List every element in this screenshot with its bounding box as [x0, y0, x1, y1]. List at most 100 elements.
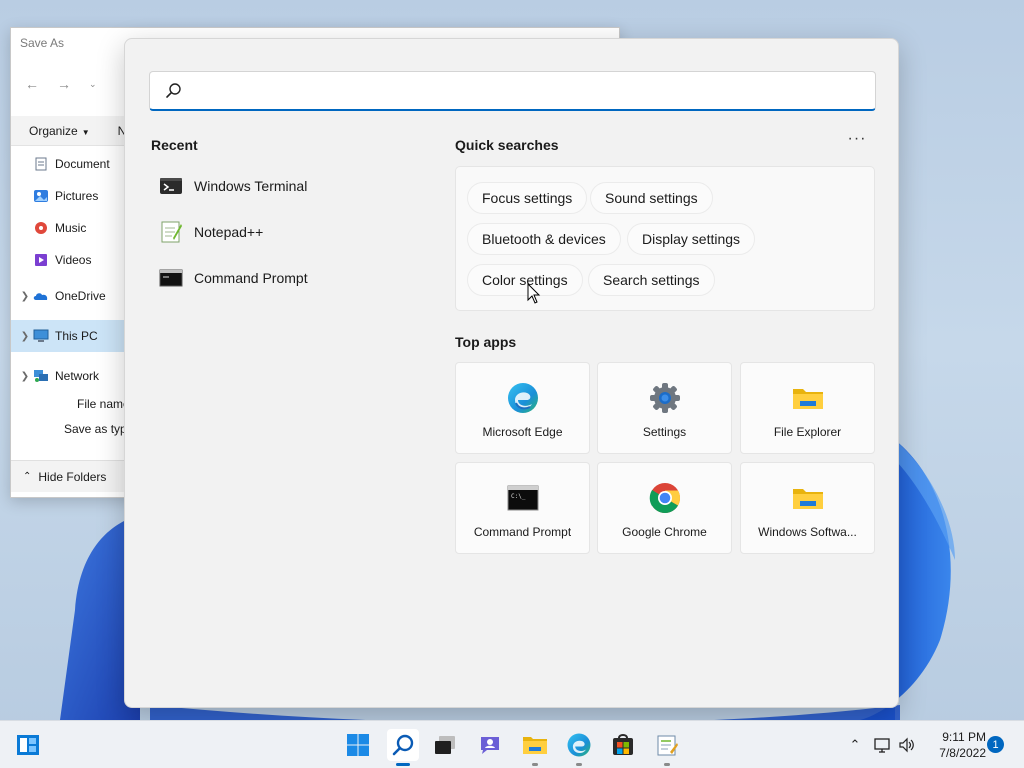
running-indicator	[664, 763, 670, 766]
top-app-label: Microsoft Edge	[482, 425, 563, 439]
network-tray-button[interactable]	[873, 735, 893, 755]
volume-tray-button[interactable]	[897, 735, 917, 755]
quick-search-sound-settings[interactable]: Sound settings	[590, 182, 713, 214]
mouse-cursor-icon	[527, 283, 541, 304]
recent-locations-chevron-icon[interactable]: ⌄	[89, 79, 97, 90]
tree-item-onedrive[interactable]: ❯ OneDrive	[11, 280, 125, 312]
save-as-title: Save As	[20, 36, 65, 50]
quick-searches-title: Quick searches	[455, 137, 559, 153]
chevron-up-icon: ⌃	[849, 737, 861, 752]
notepad-taskbar-button[interactable]	[651, 729, 683, 766]
top-app-label: Command Prompt	[473, 525, 572, 539]
svg-text:C:\_: C:\_	[511, 493, 526, 500]
hide-folders-label: Hide Folders	[38, 469, 107, 484]
notification-badge[interactable]: 1	[987, 736, 1004, 753]
start-button[interactable]	[342, 729, 374, 761]
file-name-label: File name	[77, 397, 130, 411]
top-app-label: Google Chrome	[622, 525, 707, 539]
edge-taskbar-button[interactable]	[563, 729, 595, 766]
recent-item-windows-terminal[interactable]: Windows Terminal	[151, 163, 421, 209]
network-icon	[874, 738, 890, 753]
top-app-microsoft-edge[interactable]: Microsoft Edge	[455, 362, 590, 454]
documents-icon	[33, 157, 49, 171]
search-input[interactable]	[194, 78, 854, 104]
recent-item-command-prompt[interactable]: Command Prompt	[151, 255, 421, 301]
tree-item-label: Network	[55, 369, 100, 383]
chevron-right-icon[interactable]: ❯	[17, 291, 33, 302]
settings-gear-icon	[649, 383, 680, 413]
quick-search-bluetooth-devices[interactable]: Bluetooth & devices	[467, 223, 621, 255]
widgets-icon	[17, 735, 39, 755]
edge-icon	[507, 383, 538, 413]
quick-search-focus-settings[interactable]: Focus settings	[467, 182, 588, 214]
tree-item-music[interactable]: Music	[11, 212, 125, 244]
start-icon	[347, 734, 369, 756]
tree-item-label: Videos	[55, 253, 92, 267]
top-app-command-prompt[interactable]: C:\_ Command Prompt	[455, 462, 590, 554]
top-app-label: File Explorer	[773, 425, 842, 439]
search-icon	[166, 83, 181, 98]
organize-label: Organize	[29, 123, 78, 138]
tree-item-label: Pictures	[55, 189, 99, 203]
chevron-right-icon[interactable]: ❯	[17, 331, 33, 342]
recent-item-label: Command Prompt	[194, 270, 308, 286]
videos-icon	[33, 253, 49, 267]
recent-item-label: Notepad++	[194, 224, 264, 240]
forward-arrow-icon[interactable]: →	[57, 76, 71, 92]
search-taskbar-button[interactable]	[387, 729, 419, 766]
hide-folders-button[interactable]: ⌃ Hide Folders	[11, 460, 125, 492]
running-indicator	[532, 763, 538, 766]
store-taskbar-button[interactable]	[607, 729, 639, 761]
clock-date: 7/8/2022	[939, 746, 986, 760]
top-app-file-explorer[interactable]: File Explorer	[740, 362, 875, 454]
recent-list: Windows Terminal Notepad++ Command Promp…	[151, 163, 421, 301]
save-as-type-label: Save as type	[64, 422, 134, 436]
quick-search-color-settings[interactable]: Color settings	[467, 264, 583, 296]
notepad-icon	[657, 735, 678, 756]
top-apps-title: Top apps	[455, 334, 517, 350]
tree-item-this-pc[interactable]: ❯ This PC	[11, 320, 125, 352]
back-arrow-icon[interactable]: ←	[25, 76, 39, 92]
search-flyout: Recent Windows Terminal Notepad++ Comman…	[124, 38, 899, 708]
taskbar: ⌃ 9:11 PM 7/8/2022	[0, 720, 1024, 768]
recent-title: Recent	[151, 137, 198, 153]
active-indicator	[396, 763, 410, 766]
top-app-settings[interactable]: Settings	[597, 362, 732, 454]
clock-time: 9:11 PM	[942, 730, 986, 744]
clock[interactable]: 9:11 PM 7/8/2022	[920, 729, 986, 761]
folder-tree: Document Pictures Music Videos ❯ OneDriv…	[11, 148, 125, 392]
quick-search-search-settings[interactable]: Search settings	[588, 264, 715, 296]
widgets-button[interactable]	[12, 729, 44, 761]
top-app-google-chrome[interactable]: Google Chrome	[597, 462, 732, 554]
running-indicator	[576, 763, 582, 766]
quick-search-display-settings[interactable]: Display settings	[627, 223, 756, 255]
file-explorer-taskbar-button[interactable]	[519, 729, 551, 766]
this-pc-icon	[33, 329, 49, 343]
tree-item-documents[interactable]: Document	[11, 148, 125, 180]
tree-item-videos[interactable]: Videos	[11, 244, 125, 276]
recent-item-label: Windows Terminal	[194, 178, 308, 194]
folder-icon	[792, 489, 823, 509]
windows-terminal-icon	[160, 178, 182, 194]
recent-item-notepad-plus-plus[interactable]: Notepad++	[151, 209, 421, 255]
search-box[interactable]	[149, 71, 876, 111]
show-hidden-icons-button[interactable]: ⌃	[845, 735, 865, 755]
tree-item-network[interactable]: ❯ Network	[11, 360, 125, 392]
tree-item-label: This PC	[55, 329, 98, 343]
task-view-button[interactable]	[429, 729, 461, 761]
chat-button[interactable]	[474, 729, 506, 761]
chevron-up-icon: ⌃	[23, 471, 32, 482]
search-icon	[392, 734, 414, 756]
quick-searches-card: Focus settings Sound settings Bluetooth …	[455, 166, 875, 311]
top-app-windows-software[interactable]: Windows Softwa...	[740, 462, 875, 554]
tree-item-pictures[interactable]: Pictures	[11, 180, 125, 212]
tree-item-label: Music	[55, 221, 87, 235]
organize-button[interactable]: Organize ▼	[29, 124, 90, 138]
more-options-button[interactable]: ···	[847, 131, 867, 153]
pictures-icon	[33, 189, 49, 203]
task-view-icon	[435, 736, 455, 754]
chrome-icon	[649, 483, 680, 514]
chevron-right-icon[interactable]: ❯	[17, 371, 33, 382]
notepad-plus-plus-icon	[161, 221, 182, 243]
edge-icon	[567, 733, 591, 757]
